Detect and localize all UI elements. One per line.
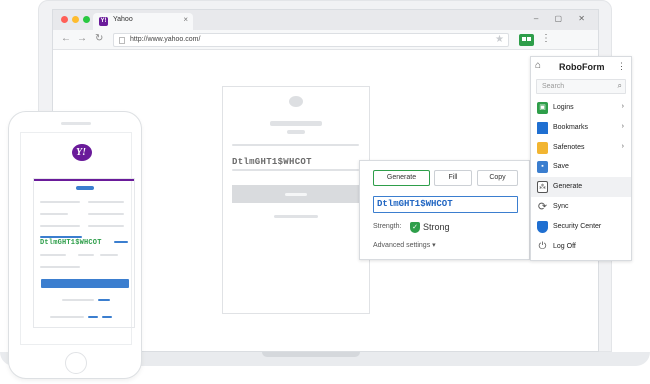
tab-bar: Y! Yahoo × – ▢ ✕ [53, 10, 598, 30]
roboform-search-input[interactable]: Search ⌕ [536, 79, 626, 94]
generated-password-field[interactable]: DtlmGHT1$WHCOT [373, 196, 518, 213]
phone-password-field[interactable]: DtlmGHT1$WHCOT [40, 239, 102, 247]
mock-submit-label [285, 193, 307, 196]
home-icon[interactable]: ⌂ [535, 60, 541, 71]
mock-subheading [287, 130, 305, 134]
url-text: http://www.yahoo.com/ [130, 36, 201, 43]
phone-device: Y! DtlmGHT1$WHCOT [8, 111, 142, 379]
chevron-right-icon: › [621, 123, 624, 130]
phone-line-highlight [98, 299, 110, 301]
shield-check-icon: ✓ [410, 222, 420, 233]
phone-line [40, 201, 80, 203]
mock-username-line [232, 144, 359, 146]
roboform-menu: ⌂ RoboForm ⋮ Search ⌕ ▣ Logins › Bookmar… [530, 56, 632, 261]
generate-icon: ⁂ [537, 181, 548, 193]
phone-line [40, 213, 68, 215]
maximize-window-dot[interactable] [83, 16, 90, 23]
phone-login-card: DtlmGHT1$WHCOT [33, 178, 135, 328]
fill-button[interactable]: Fill [434, 170, 472, 186]
back-arrow-icon[interactable]: ← [61, 33, 71, 44]
advanced-settings-toggle[interactable]: Advanced settings ▾ [373, 241, 436, 249]
browser-toolbar: ← → ↻ http://www.yahoo.com/ ★ ⋮ [53, 30, 598, 50]
phone-line [78, 254, 94, 256]
sync-icon: ⟳ [537, 201, 548, 213]
menu-item-security-center[interactable]: Security Center [531, 217, 631, 237]
chevron-right-icon: › [621, 143, 624, 150]
lock-icon: ▣ [537, 102, 548, 114]
shield-icon [537, 221, 548, 233]
yahoo-logo-placeholder-icon [289, 96, 303, 107]
power-icon: ⏻ [537, 241, 548, 253]
phone-line [40, 266, 80, 268]
menu-item-save[interactable]: ▪ Save [531, 157, 631, 177]
phone-line-highlight [40, 236, 82, 238]
roboform-title: RoboForm [559, 62, 605, 72]
menu-item-sync[interactable]: ⟳ Sync [531, 197, 631, 217]
phone-line [100, 254, 118, 256]
phone-submit-button[interactable] [41, 279, 129, 288]
chevron-right-icon: › [621, 103, 624, 110]
mock-password-underline [232, 169, 359, 171]
window-controls[interactable]: – ▢ ✕ [534, 14, 592, 23]
bookmark-icon [537, 122, 548, 134]
roboform-extension-icon[interactable] [519, 34, 534, 46]
minimize-window-dot[interactable] [72, 16, 79, 23]
yahoo-favicon-icon: Y! [99, 17, 108, 26]
strength-label: Strength: [373, 223, 402, 230]
phone-home-button[interactable] [65, 352, 87, 374]
generate-button[interactable]: Generate [373, 170, 430, 186]
menu-item-label: Sync [553, 203, 569, 210]
phone-speaker [61, 122, 91, 125]
note-icon [537, 142, 548, 154]
tab-yahoo[interactable]: Y! Yahoo × [93, 13, 193, 30]
search-icon: ⌕ [617, 81, 622, 90]
menu-item-label: Logins [553, 104, 574, 111]
generated-password-text: DtlmGHT1$WHCOT [377, 199, 453, 209]
phone-line [88, 201, 124, 203]
phone-line-highlight [102, 316, 112, 318]
menu-item-bookmarks[interactable]: Bookmarks › [531, 118, 631, 138]
forward-arrow-icon[interactable]: → [77, 33, 87, 44]
page-icon [119, 37, 125, 44]
phone-line [50, 316, 84, 318]
menu-item-label: Save [553, 163, 569, 170]
menu-item-label: Safenotes [553, 144, 585, 151]
password-generator-popup: Generate Fill Copy DtlmGHT1$WHCOT Streng… [359, 160, 530, 260]
phone-line [88, 213, 124, 215]
phone-line-highlight [114, 241, 128, 243]
mock-heading [270, 121, 322, 126]
menu-item-label: Log Off [553, 243, 576, 250]
roboform-menu-icon[interactable]: ⋮ [617, 61, 626, 72]
floppy-icon: ▪ [537, 161, 548, 173]
menu-item-generate[interactable]: ⁂ Generate [531, 177, 631, 197]
browser-menu-icon[interactable]: ⋮ [541, 33, 551, 44]
reload-icon[interactable]: ↻ [95, 33, 103, 44]
menu-item-logins[interactable]: ▣ Logins › [531, 98, 631, 118]
menu-item-label: Bookmarks [553, 124, 589, 131]
yahoo-logo: Y! [76, 147, 86, 158]
phone-line [88, 225, 124, 227]
close-window-dot[interactable] [61, 16, 68, 23]
tab-close-icon[interactable]: × [183, 15, 188, 24]
copy-button[interactable]: Copy [477, 170, 518, 186]
address-bar[interactable]: http://www.yahoo.com/ ★ [113, 33, 509, 47]
phone-line-highlight [88, 316, 98, 318]
phone-card-accent [34, 179, 134, 181]
strength-value: Strong [423, 222, 450, 232]
bookmark-star-icon[interactable]: ★ [495, 34, 504, 45]
menu-item-log-off[interactable]: ⏻ Log Off [531, 237, 631, 257]
phone-screen: Y! DtlmGHT1$WHCOT [20, 132, 135, 345]
phone-line [62, 299, 94, 301]
mock-password-field[interactable]: DtlmGHT1$WHCOT [232, 157, 312, 167]
search-placeholder: Search [542, 83, 565, 90]
menu-item-label: Security Center [553, 223, 602, 230]
menu-item-safenotes[interactable]: Safenotes › [531, 138, 631, 158]
phone-signin-pill[interactable] [76, 186, 94, 190]
tab-title: Yahoo [113, 16, 133, 23]
menu-item-label: Generate [553, 183, 583, 190]
laptop-notch [262, 352, 360, 357]
phone-line [40, 225, 80, 227]
mock-footer-line [274, 215, 318, 218]
phone-line [40, 254, 66, 256]
